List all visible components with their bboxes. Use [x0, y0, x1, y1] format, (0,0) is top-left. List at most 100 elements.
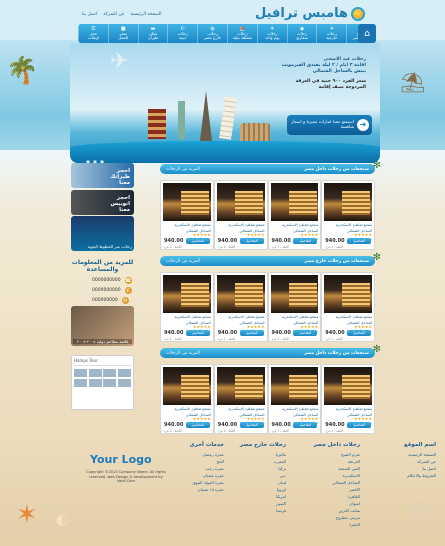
footer-link[interactable]: الساحل الشمالي	[298, 479, 360, 486]
hotel-photo[interactable]	[270, 367, 319, 405]
footer-link[interactable]: الاقصر	[298, 486, 360, 493]
footer-link[interactable]: تركيا	[224, 465, 286, 472]
footer-link[interactable]: عن الشركة	[374, 458, 436, 465]
footer-link[interactable]: شرم الشيخ	[298, 451, 360, 458]
footer-link[interactable]: دبي	[224, 472, 286, 479]
hotel-photo[interactable]	[163, 275, 211, 313]
hotel-photo[interactable]	[216, 183, 265, 221]
offer-card[interactable]: منتجع شاطئ الاسكندرية الساحل الشمالي ★★★…	[160, 272, 214, 342]
footer-link[interactable]: ماليزيا	[224, 451, 286, 458]
hotel-photo[interactable]	[216, 275, 265, 313]
site-logo[interactable]: هامبس ترافيل	[255, 6, 365, 21]
footer-link[interactable]: الشروط والاحكام	[374, 472, 436, 479]
offer-card[interactable]: منتجع شاطئ الاسكندرية الساحل الشمالي ★★★…	[321, 180, 375, 250]
fan-avatar[interactable]	[88, 378, 102, 387]
offer-card[interactable]: منتجع شاطئ الاسكندرية الساحل الشمالي ★★★…	[267, 272, 322, 342]
offer-card[interactable]: منتجع شاطئ الاسكندرية الساحل الشمالي ★★★…	[213, 364, 268, 434]
details-button[interactable]: التفاصيل	[293, 422, 318, 428]
footer-link[interactable]: الحج	[162, 458, 225, 465]
offer-card[interactable]: منتجع شاطئ الاسكندرية الساحل الشمالي ★★★…	[321, 272, 375, 342]
offer-card[interactable]: منتجع شاطئ الاسكندرية الساحل الشمالي ★★★…	[267, 364, 322, 434]
book-flight-banner[interactable]: احجز طيرانك معنا	[71, 163, 134, 188]
fan-avatar[interactable]	[74, 369, 88, 377]
phone-number[interactable]: 0000000000	[92, 288, 121, 293]
offer-card[interactable]: منتجع شاطئ الاسكندرية الساحل الشمالي ★★★…	[160, 364, 214, 434]
footer-link[interactable]: عمرة رجب	[162, 465, 224, 472]
footer-logo[interactable]: Your Logo	[90, 453, 152, 466]
details-button[interactable]: التفاصيل	[185, 330, 210, 336]
footer-link[interactable]: الصين	[224, 500, 286, 507]
nav-item-10[interactable]: ⚿ حجز اوتيلات	[78, 24, 108, 43]
restaurants-banner[interactable]: قائمة مطاعم دولية ٢٠٠٤-٢٠٠٤	[71, 306, 134, 346]
footer-link[interactable]: عمرة ١٥ شعبان	[162, 486, 225, 493]
footer-link[interactable]: فرنسا	[224, 507, 286, 514]
phone-number[interactable]: 0000000000	[92, 278, 121, 283]
home-icon[interactable]: ⌂	[358, 24, 376, 43]
offer-card[interactable]: منتجع شاطئ الاسكندرية الساحل الشمالي ★★★…	[267, 180, 322, 250]
hero-banner[interactable]: ✈ رحلات عيد الاضحى اقامة ٣ ايام / ٢ ليلة…	[70, 43, 380, 163]
nav-item-3[interactable]: ◆ رحلات سفاري	[286, 24, 317, 43]
fan-avatar[interactable]	[117, 378, 131, 387]
hotel-photo[interactable]	[163, 183, 211, 221]
hotel-photo[interactable]	[324, 367, 372, 405]
airline-banner[interactable]: رحلات عبر الخطوط الجوية	[71, 216, 134, 251]
facebook-widget[interactable]: Hamps Tour	[71, 355, 134, 410]
nav-item-2[interactable]: ✈ رحلات خارجية	[316, 24, 346, 43]
details-button[interactable]: التفاصيل	[185, 238, 210, 244]
fan-avatar[interactable]	[103, 378, 117, 387]
footer-link[interactable]: الغردقة	[298, 458, 360, 465]
footer-link[interactable]: الحمرا	[298, 521, 360, 528]
footer-link[interactable]: اوروبا	[224, 486, 286, 493]
details-button[interactable]: التفاصيل	[293, 238, 318, 244]
details-button[interactable]: التفاصيل	[347, 330, 371, 336]
fan-avatar[interactable]	[74, 378, 88, 387]
footer-link[interactable]: اسوان	[298, 500, 360, 507]
top-link-about[interactable]: عن الشركة	[103, 12, 124, 17]
top-link-contact[interactable]: اتصل بنا	[82, 12, 97, 17]
top-link-home[interactable]: الصفحة الرئيسية	[130, 12, 161, 17]
footer-link[interactable]: المغرب	[224, 458, 286, 465]
hotel-photo[interactable]	[324, 183, 372, 221]
details-button[interactable]: التفاصيل	[347, 238, 371, 244]
footer-link[interactable]: الصفحة الرئيسية	[374, 451, 436, 458]
nav-item-4[interactable]: ☀ رحلات يوم واحد	[256, 24, 287, 43]
footer-link[interactable]: مرسى مطروح	[298, 514, 360, 521]
footer-link[interactable]: القاهرة	[298, 493, 360, 500]
nav-item-8[interactable]: ▬ سكن طيران	[137, 24, 168, 43]
footer-link[interactable]: اتصل بنا	[374, 465, 436, 472]
details-button[interactable]: التفاصيل	[239, 238, 264, 244]
nav-item-5[interactable]: ⛵ رحلات مشاهد نيلية	[227, 24, 257, 43]
footer-link[interactable]: لبنان	[224, 479, 286, 486]
fan-avatar[interactable]	[103, 369, 117, 377]
fan-avatar[interactable]	[117, 369, 131, 377]
hotel-photo[interactable]	[163, 367, 211, 405]
details-button[interactable]: التفاصيل	[239, 422, 264, 428]
hero-cta-button[interactable]: استمتع معنا خيارات مميزة و اسعار منافسة …	[287, 115, 372, 135]
footer-link[interactable]: العين السخنة	[298, 465, 360, 472]
nav-item-9[interactable]: ■ سفر للعمل	[107, 24, 138, 43]
book-bus-banner[interactable]: احجز اتوبيس معنا	[71, 190, 134, 215]
more-link[interactable]: المزيد من الرحلات	[166, 351, 200, 356]
footer-link[interactable]: عمرة رمضان	[162, 451, 224, 458]
email-address[interactable]: 000000000	[92, 298, 118, 303]
offer-card[interactable]: منتجع شاطئ الاسكندرية الساحل الشمالي ★★★…	[160, 180, 214, 250]
hotel-photo[interactable]	[270, 275, 319, 313]
more-link[interactable]: المزيد من الرحلات	[166, 167, 200, 172]
details-button[interactable]: التفاصيل	[293, 330, 318, 336]
fan-avatar[interactable]	[88, 369, 102, 377]
footer-link[interactable]: عمرة المولد النبوي	[162, 479, 224, 486]
footer-link[interactable]: الاسكندرية	[298, 472, 360, 479]
hotel-photo[interactable]	[270, 183, 319, 221]
footer-link[interactable]: سانت كاترين	[298, 507, 360, 514]
details-button[interactable]: التفاصيل	[347, 422, 371, 428]
hotel-photo[interactable]	[216, 367, 265, 405]
footer-link[interactable]: عمرة شعبان	[162, 472, 224, 479]
offer-card[interactable]: منتجع شاطئ الاسكندرية الساحل الشمالي ★★★…	[321, 364, 375, 434]
offer-card[interactable]: منتجع شاطئ الاسكندرية الساحل الشمالي ★★★…	[213, 272, 268, 342]
offer-card[interactable]: منتجع شاطئ الاسكندرية الساحل الشمالي ★★★…	[213, 180, 268, 250]
details-button[interactable]: التفاصيل	[239, 330, 264, 336]
hotel-photo[interactable]	[324, 275, 372, 313]
details-button[interactable]: التفاصيل	[185, 422, 210, 428]
footer-link[interactable]: امريكا	[224, 493, 286, 500]
nav-item-6[interactable]: ◍ رحلات خارج مصر	[197, 24, 227, 43]
